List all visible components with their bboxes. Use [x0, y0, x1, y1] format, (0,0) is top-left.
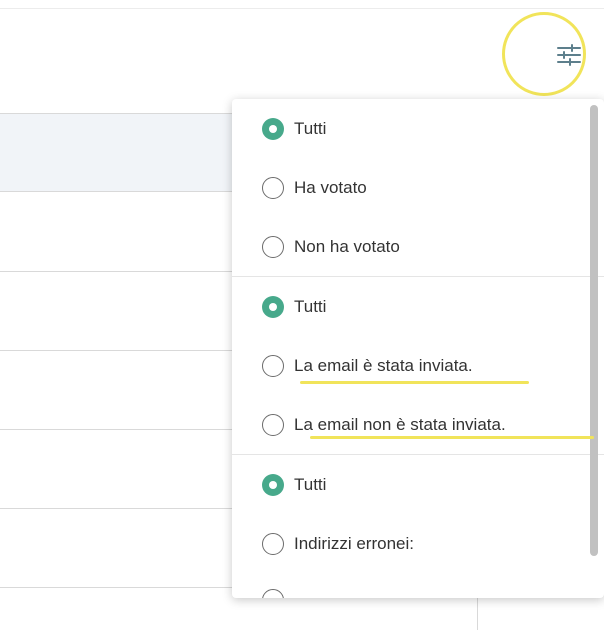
- table-row[interactable]: [0, 508, 240, 588]
- radio-unchecked-icon[interactable]: [262, 176, 284, 199]
- radio-unchecked-icon[interactable]: [262, 413, 284, 436]
- table-row[interactable]: [0, 429, 240, 509]
- option-label: Tutti: [294, 296, 327, 316]
- option-email-sent[interactable]: La email è stata inviata.: [232, 336, 604, 395]
- table-background: [0, 113, 240, 588]
- highlight-underline: [300, 381, 529, 384]
- option-label: Tutti: [294, 474, 327, 494]
- filter-menu: Tutti Ha votato Non ha votato Tutti La e…: [232, 99, 604, 598]
- option-label: La email è stata inviata.: [294, 355, 473, 375]
- option-label: Non ha votato: [294, 236, 400, 256]
- sliders-icon: [557, 44, 581, 66]
- option-label: Indirizzi erronei:: [294, 533, 414, 553]
- radio-checked-icon[interactable]: [262, 295, 284, 318]
- radio-unchecked-icon[interactable]: [262, 532, 284, 555]
- radio-unchecked-icon[interactable]: [262, 354, 284, 377]
- table-row[interactable]: [0, 191, 240, 272]
- table-header-row: [0, 113, 240, 192]
- option-label: Ha votato: [294, 177, 367, 197]
- radio-checked-icon[interactable]: [262, 473, 284, 496]
- radio-checked-icon[interactable]: [262, 117, 284, 140]
- email-filter-group: Tutti La email è stata inviata. La email…: [232, 277, 604, 455]
- radio-unchecked-icon[interactable]: [262, 235, 284, 258]
- menu-scrollbar[interactable]: [590, 105, 598, 556]
- address-filter-group: Tutti Indirizzi erronei:: [232, 455, 604, 573]
- top-divider: [0, 8, 604, 9]
- option-wrong-addresses[interactable]: Indirizzi erronei:: [232, 514, 604, 573]
- table-row[interactable]: [0, 271, 240, 351]
- table-row[interactable]: [0, 587, 240, 589]
- option-address-all[interactable]: Tutti: [232, 455, 604, 514]
- option-label: La email non è stata inviata.: [294, 414, 506, 434]
- option-email-not-sent[interactable]: La email non è stata inviata.: [232, 395, 604, 454]
- option-label: Tutti: [294, 118, 327, 138]
- option-vote-all[interactable]: Tutti: [232, 99, 604, 158]
- option-not-voted[interactable]: Non ha votato: [232, 217, 604, 276]
- option-voted[interactable]: Ha votato: [232, 158, 604, 217]
- highlight-underline: [310, 436, 594, 439]
- option-email-all[interactable]: Tutti: [232, 277, 604, 336]
- filter-button[interactable]: [556, 43, 582, 69]
- vote-filter-group: Tutti Ha votato Non ha votato: [232, 99, 604, 277]
- radio-unchecked-icon[interactable]: [262, 589, 284, 598]
- table-row[interactable]: [0, 350, 240, 430]
